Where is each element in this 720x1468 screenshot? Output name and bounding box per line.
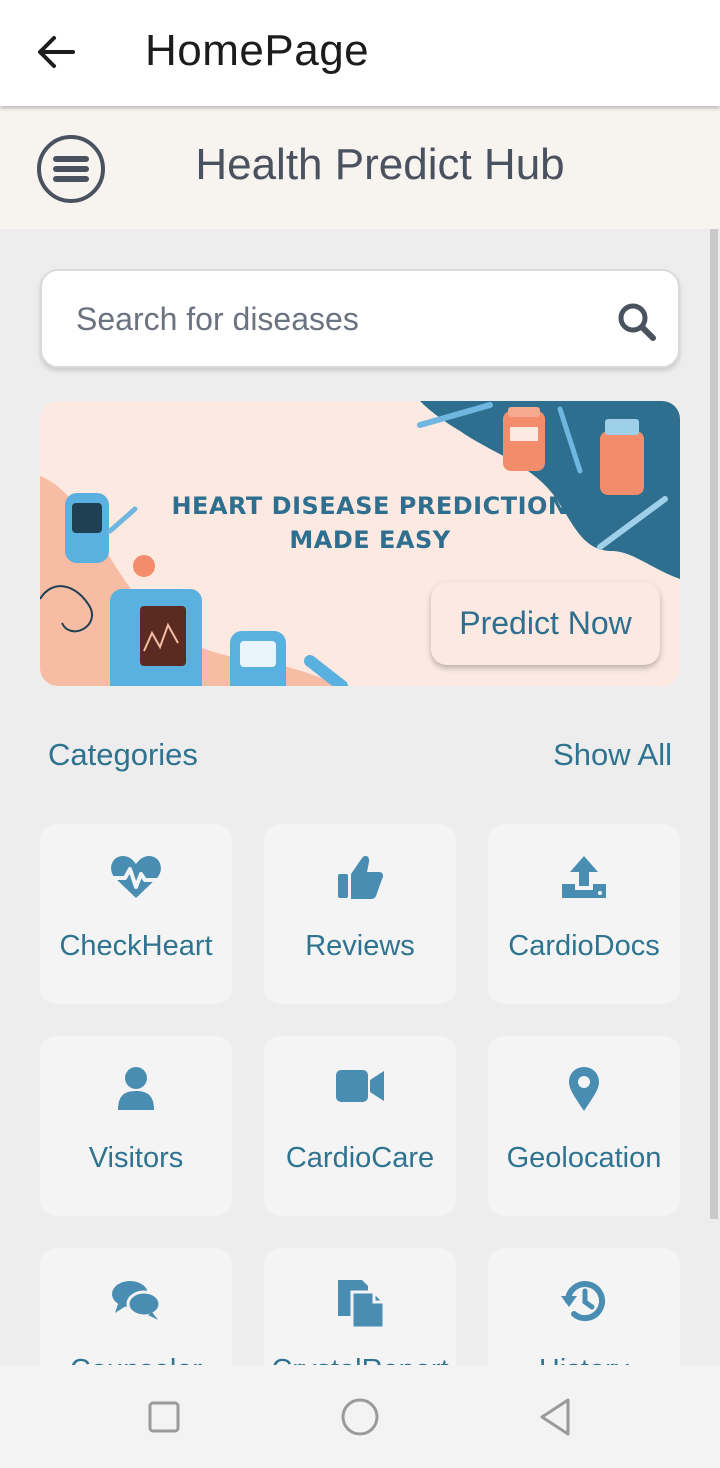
scrollbar[interactable] <box>710 229 718 1219</box>
home-icon[interactable] <box>338 1395 382 1439</box>
search-input[interactable] <box>76 299 596 339</box>
category-label: Visitors <box>88 1142 184 1174</box>
category-card-visitors[interactable]: Visitors <box>40 1036 232 1216</box>
category-card-cardiocare[interactable]: CardioCare <box>264 1036 456 1216</box>
video-camera-icon <box>336 1070 384 1102</box>
show-all-link[interactable]: Show All <box>553 737 672 773</box>
search-icon[interactable] <box>616 301 658 343</box>
recent-apps-icon[interactable] <box>142 1395 186 1439</box>
header-title: Health Predict Hub <box>195 140 565 189</box>
banner-line-2: MADE EASY <box>289 526 451 554</box>
banner-headline: HEART DISEASE PREDICTION MADE EASY <box>130 489 610 557</box>
category-card-checkheart[interactable]: CheckHeart <box>40 824 232 1004</box>
category-card-cardiodocs[interactable]: CardioDocs <box>488 824 680 1004</box>
document-copy-icon <box>338 1280 386 1328</box>
upload-icon <box>562 856 606 898</box>
location-pin-icon <box>569 1067 599 1111</box>
back-triangle-icon[interactable] <box>534 1395 578 1439</box>
categories-title: Categories <box>48 737 198 772</box>
category-label: Geolocation <box>506 1142 662 1174</box>
heartbeat-icon <box>111 856 161 898</box>
system-nav-bar <box>0 1365 720 1468</box>
category-card-reviews[interactable]: Reviews <box>264 824 456 1004</box>
category-label: CheckHeart <box>59 930 213 962</box>
chat-bubbles-icon <box>112 1281 162 1320</box>
predict-now-button[interactable]: Predict Now <box>431 582 660 665</box>
category-label: Reviews <box>305 930 415 962</box>
page-title: HomePage <box>145 26 370 75</box>
app-bar: HomePage <box>0 0 720 106</box>
back-button[interactable] <box>30 28 82 76</box>
user-icon <box>118 1067 154 1110</box>
arrow-left-icon <box>38 36 75 68</box>
category-label: CardioDocs <box>508 930 660 962</box>
category-label: CardioCare <box>285 1142 435 1174</box>
category-card-geolocation[interactable]: Geolocation <box>488 1036 680 1216</box>
thumbs-up-icon <box>338 855 383 899</box>
search-bar <box>40 269 680 368</box>
history-icon <box>561 1281 605 1321</box>
banner-line-1: HEART DISEASE PREDICTION <box>171 492 569 520</box>
